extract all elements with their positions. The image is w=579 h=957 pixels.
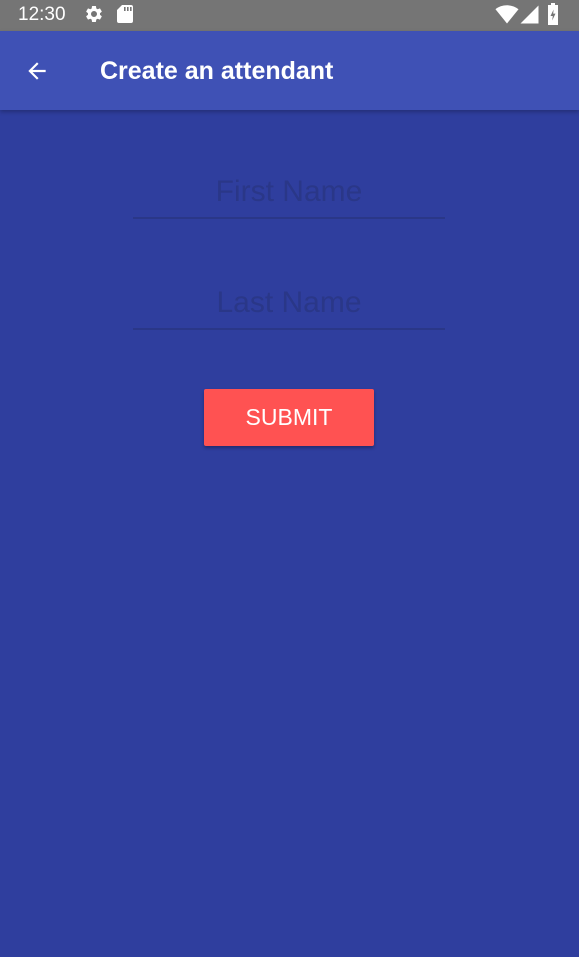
settings-icon [86,5,102,22]
last-name-field[interactable] [133,278,445,330]
back-button[interactable] [14,48,60,94]
page-title: Create an attendant [100,57,334,85]
arrow-back-icon [28,62,46,80]
first-name-field[interactable] [133,167,445,219]
sd-card-icon [117,5,133,23]
submit-button[interactable]: SUBMIT [204,389,374,446]
status-bar: 12:30 [0,0,579,31]
status-time: 12:30 [18,4,66,25]
app-bar: Create an attendant [0,31,579,110]
wifi-icon [495,5,519,24]
signal-icon [520,5,539,24]
battery-icon [548,3,558,25]
